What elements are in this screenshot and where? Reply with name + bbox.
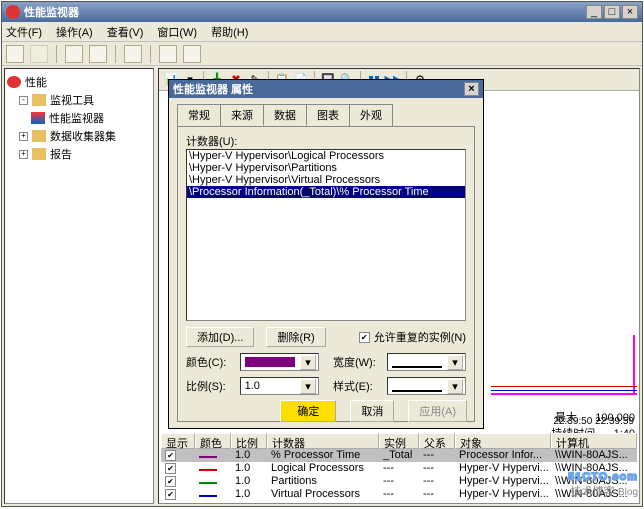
dialog-title: 性能监视器 属性	[173, 81, 253, 97]
tree-root[interactable]: 性能	[7, 73, 151, 91]
tool-d[interactable]	[159, 45, 177, 63]
cancel-button[interactable]: 取消	[350, 400, 394, 422]
style-dropdown[interactable]	[387, 377, 466, 395]
color-label: 颜色(C):	[186, 354, 234, 370]
table-header: 显示 颜色 比例 计数器 实例 父系 对象 计算机	[161, 433, 637, 449]
expander-icon[interactable]: -	[19, 96, 28, 105]
counter-table[interactable]: 显示 颜色 比例 计数器 实例 父系 对象 计算机 ✔1.0% Processo…	[161, 433, 637, 501]
close-button[interactable]: ×	[622, 5, 638, 19]
allow-dup-checkbox[interactable]: ✔允许重复的实例(N)	[359, 329, 466, 345]
tree-item-monitor-tools[interactable]: - 监视工具	[19, 91, 151, 109]
properties-dialog: 性能监视器 属性 × 常规 来源 数据 图表 外观 计数器(U): \Hyper…	[168, 79, 484, 429]
counters-label: 计数器(U):	[186, 133, 466, 149]
remove-button[interactable]: 删除(R)	[266, 327, 325, 347]
menubar: 文件(F) 操作(A) 查看(V) 窗口(W) 帮助(H)	[2, 22, 642, 42]
minimize-button[interactable]: _	[586, 5, 602, 19]
folder-icon	[32, 148, 46, 160]
counter-item[interactable]: \Hyper-V Hypervisor\Virtual Processors	[187, 174, 465, 186]
color-dropdown[interactable]	[240, 353, 319, 371]
counter-item[interactable]: \Processor Information(_Total)\% Process…	[187, 186, 465, 198]
toolbar	[2, 42, 642, 66]
tab-appearance[interactable]: 外观	[349, 104, 393, 126]
tab-source[interactable]: 来源	[220, 104, 264, 126]
window-title: 性能监视器	[24, 4, 584, 20]
tree-item-perfmon[interactable]: 性能监视器	[31, 109, 151, 127]
dialog-close-button[interactable]: ×	[464, 82, 479, 96]
ok-button[interactable]: 确定	[280, 400, 336, 422]
max-value: 100.000	[595, 412, 635, 424]
counter-item[interactable]: \Hyper-V Hypervisor\Logical Processors	[187, 150, 465, 162]
table-row[interactable]: ✔1.0Logical Processors------Hyper-V Hype…	[161, 462, 637, 475]
scale-label: 比例(S):	[186, 378, 234, 394]
add-button[interactable]: 添加(D)...	[186, 327, 254, 347]
scale-dropdown[interactable]: 1.0	[240, 377, 319, 395]
width-label: 宽度(W):	[333, 354, 381, 370]
max-label: 最大	[555, 412, 577, 424]
tree-item-reports[interactable]: + 报告	[19, 145, 151, 163]
table-row[interactable]: ✔1.0Virtual Processors------Hyper-V Hype…	[161, 488, 637, 501]
width-dropdown[interactable]	[387, 353, 466, 371]
maximize-button[interactable]: □	[604, 5, 620, 19]
tab-data[interactable]: 数据	[263, 104, 307, 126]
titlebar: 性能监视器 _ □ ×	[2, 2, 642, 22]
menu-file[interactable]: 文件(F)	[6, 24, 42, 40]
expander-icon[interactable]: +	[19, 132, 28, 141]
folder-icon	[32, 130, 46, 142]
tool-a[interactable]	[65, 45, 83, 63]
perf-icon	[7, 76, 21, 88]
menu-window[interactable]: 窗口(W)	[157, 24, 197, 40]
tool-e[interactable]	[183, 45, 201, 63]
apply-button[interactable]: 应用(A)	[408, 400, 467, 422]
tool-b[interactable]	[89, 45, 107, 63]
table-row[interactable]: ✔1.0% Processor Time_Total---Processor I…	[161, 449, 637, 462]
table-row[interactable]: ✔1.0Partitions------Hyper-V Hypervi...\\…	[161, 475, 637, 488]
tool-fwd[interactable]	[30, 45, 48, 63]
dialog-titlebar: 性能监视器 属性 ×	[169, 80, 483, 98]
dialog-tabs: 常规 来源 数据 图表 外观	[177, 104, 475, 126]
counter-item[interactable]: \Hyper-V Hypervisor\Partitions	[187, 162, 465, 174]
tool-back[interactable]	[6, 45, 24, 63]
menu-view[interactable]: 查看(V)	[107, 24, 144, 40]
menu-action[interactable]: 操作(A)	[56, 24, 93, 40]
perfmon-icon	[31, 112, 45, 124]
nav-tree[interactable]: 性能 - 监视工具 性能监视器 + 数据收集器集 + 报告	[4, 68, 154, 504]
tool-c[interactable]	[124, 45, 142, 63]
counters-listbox[interactable]: \Hyper-V Hypervisor\Logical Processors\H…	[186, 149, 466, 321]
tree-item-collectors[interactable]: + 数据收集器集	[19, 127, 151, 145]
expander-icon[interactable]: +	[19, 150, 28, 159]
tab-general[interactable]: 常规	[177, 104, 221, 126]
tab-chart[interactable]: 图表	[306, 104, 350, 126]
folder-icon	[32, 94, 46, 106]
app-icon	[6, 5, 20, 19]
style-label: 样式(E):	[333, 378, 381, 394]
menu-help[interactable]: 帮助(H)	[211, 24, 248, 40]
